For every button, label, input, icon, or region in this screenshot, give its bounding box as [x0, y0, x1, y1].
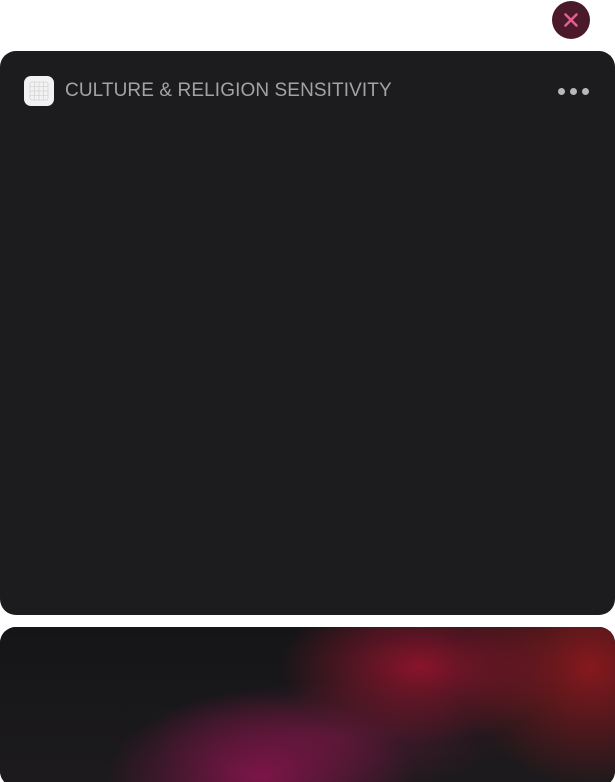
- more-horizontal-icon: [582, 87, 589, 95]
- more-horizontal-icon: [558, 87, 565, 95]
- app-icon: [24, 76, 54, 106]
- more-options-button[interactable]: [556, 76, 591, 106]
- card-title: CULTURE & RELIGION SENSITIVITY: [65, 80, 392, 101]
- close-icon: [564, 13, 578, 27]
- gradient-banner-card: [0, 627, 615, 782]
- page: CULTURE & RELIGION SENSITIVITY: [0, 0, 615, 782]
- grid-icon: [29, 81, 49, 101]
- banner-gradient: [0, 627, 615, 782]
- more-horizontal-icon: [570, 87, 577, 95]
- close-button[interactable]: [552, 1, 590, 39]
- card-header: CULTURE & RELIGION SENSITIVITY: [24, 76, 591, 106]
- widget-card: CULTURE & RELIGION SENSITIVITY: [0, 51, 615, 615]
